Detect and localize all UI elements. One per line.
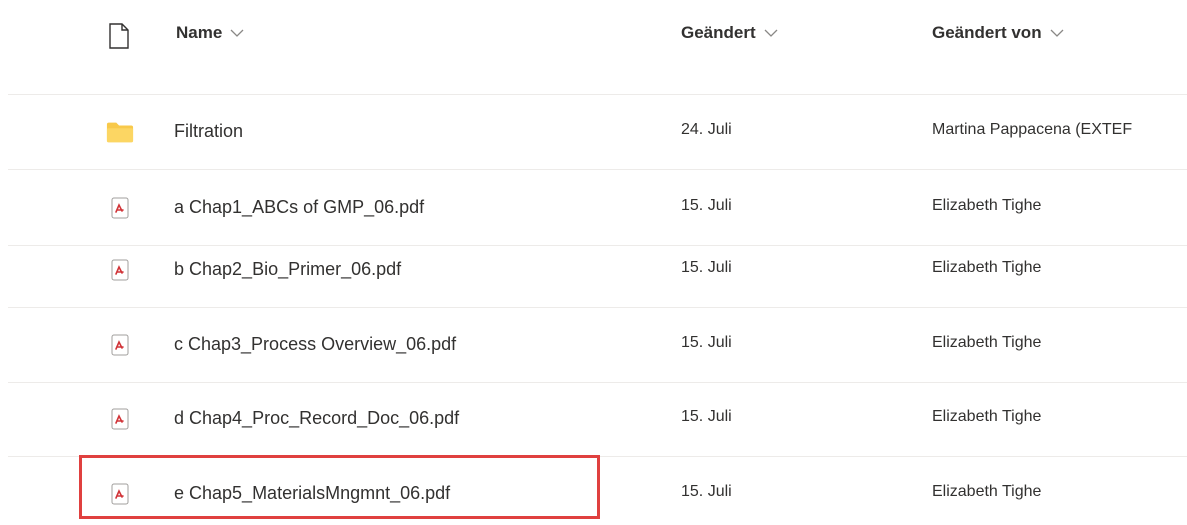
scrolled-partial-row [8, 66, 1187, 95]
list-item[interactable]: e Chap5_MaterialsMngmnt_06.pdf 15. Juli … [8, 456, 1187, 525]
file-name[interactable]: e Chap5_MaterialsMngmnt_06.pdf [174, 483, 450, 504]
pdf-icon [106, 256, 134, 284]
modified-by: Elizabeth Tighe [932, 408, 1042, 425]
modified-by: Elizabeth Tighe [932, 483, 1042, 500]
chevron-down-icon [764, 29, 778, 37]
modified-by: Elizabeth Tighe [932, 334, 1042, 351]
file-name[interactable]: b Chap2_Bio_Primer_06.pdf [174, 259, 401, 280]
file-name[interactable]: Filtration [174, 121, 243, 142]
file-name[interactable]: a Chap1_ABCs of GMP_06.pdf [174, 197, 424, 218]
modified-by: Elizabeth Tighe [932, 259, 1042, 276]
modified-by: Elizabeth Tighe [932, 197, 1042, 214]
column-header-modified-by[interactable]: Geändert von [932, 19, 1064, 47]
column-header-modified-by-label: Geändert von [932, 23, 1042, 42]
modified-date: 24. Juli [681, 121, 732, 138]
modified-by: Martina Pappacena (EXTEF [932, 121, 1133, 138]
list-item[interactable]: Filtration 24. Juli Martina Pappacena (E… [8, 94, 1187, 170]
clipped-text [180, 66, 310, 76]
column-header-modified-label: Geändert [681, 23, 756, 42]
document-icon[interactable] [108, 23, 130, 49]
pdf-icon [106, 194, 134, 222]
pdf-icon [106, 405, 134, 433]
modified-date: 15. Juli [681, 408, 732, 425]
modified-date: 15. Juli [681, 259, 732, 276]
list-item[interactable]: d Chap4_Proc_Record_Doc_06.pdf 15. Juli … [8, 381, 1187, 457]
file-name[interactable]: c Chap3_Process Overview_06.pdf [174, 334, 456, 355]
chevron-down-icon [230, 29, 244, 37]
file-name[interactable]: d Chap4_Proc_Record_Doc_06.pdf [174, 408, 459, 429]
pdf-icon [106, 480, 134, 508]
modified-date: 15. Juli [681, 334, 732, 351]
column-header-name-label: Name [176, 23, 223, 42]
pdf-icon [106, 331, 134, 359]
modified-date: 15. Juli [681, 483, 732, 500]
column-header-modified[interactable]: Geändert [681, 19, 778, 47]
modified-date: 15. Juli [681, 197, 732, 214]
list-item[interactable]: b Chap2_Bio_Primer_06.pdf 15. Juli Eliza… [8, 232, 1187, 308]
folder-icon [106, 118, 134, 146]
column-header-name[interactable]: Name [176, 19, 244, 47]
list-item[interactable]: c Chap3_Process Overview_06.pdf 15. Juli… [8, 307, 1187, 383]
column-header-row: Name Geändert Geändert von [0, 0, 1187, 66]
chevron-down-icon [1050, 29, 1064, 37]
